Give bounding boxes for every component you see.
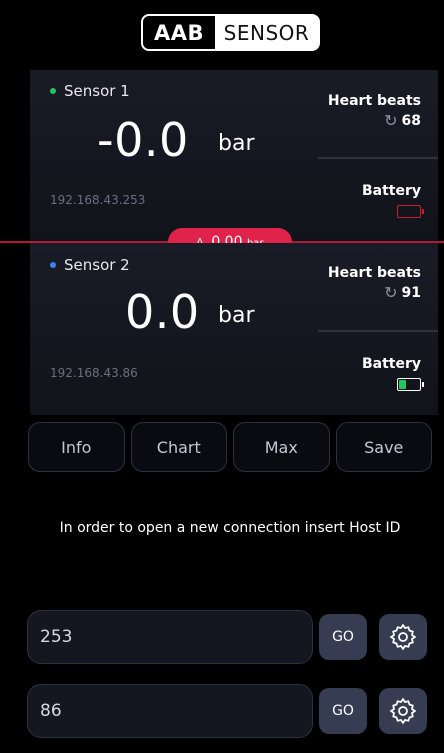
logo-product-text: SENSOR <box>215 16 318 49</box>
battery-icon <box>397 205 424 218</box>
info-button[interactable]: Info <box>28 422 125 472</box>
logo-brand-text: AAB <box>143 16 215 49</box>
sensor-1-value: -0.0 <box>97 113 189 167</box>
sensor-2-name: Sensor 2 <box>50 256 130 274</box>
host-id-input-1[interactable] <box>27 610 313 664</box>
sensor-2-value: 0.0 <box>125 285 200 339</box>
battery-label: Battery <box>361 356 421 372</box>
host-row-1: GO <box>27 610 431 664</box>
sensor-1-unit: bar <box>218 131 255 156</box>
separator <box>318 330 438 332</box>
heartbeats-label: Heart beats <box>327 265 421 281</box>
gear-icon[interactable] <box>379 614 427 660</box>
sensor-1-battery: Battery <box>318 183 438 222</box>
save-button[interactable]: Save <box>335 422 432 472</box>
refresh-icon: ↻ <box>384 111 398 130</box>
heartbeats-count: 68 <box>401 112 421 129</box>
heartbeats-count: 91 <box>401 284 421 301</box>
sensor-2-heartbeats: Heart beats ↻ 91 <box>318 265 438 302</box>
sensor-2-unit: bar <box>218 303 255 328</box>
host-id-input-2[interactable] <box>27 684 313 738</box>
battery-icon <box>397 378 424 391</box>
gear-icon[interactable] <box>379 688 427 734</box>
app-logo: AAB SENSOR <box>141 14 320 51</box>
connection-message: In order to open a new connection insert… <box>59 520 401 536</box>
sensor-1-ip: 192.168.43.253 <box>50 193 146 207</box>
heartbeats-label: Heart beats <box>327 93 421 109</box>
battery-label: Battery <box>361 183 421 199</box>
host-row-2: GO <box>27 684 431 738</box>
sensor-1-heartbeats: Heart beats ↻ 68 <box>318 93 438 130</box>
go-button-1[interactable]: GO <box>319 614 367 660</box>
sensor-2-battery: Battery <box>318 356 438 395</box>
go-button-2[interactable]: GO <box>319 688 367 734</box>
refresh-icon: ↻ <box>384 283 398 302</box>
status-dot-icon <box>50 262 56 268</box>
action-tabs: Info Chart Max Save <box>28 422 432 472</box>
sensor-2-ip: 192.168.43.86 <box>50 366 138 380</box>
separator <box>318 157 438 159</box>
status-dot-icon <box>50 88 56 94</box>
sensor-1-name: Sensor 1 <box>50 82 130 100</box>
max-button[interactable]: Max <box>233 422 330 472</box>
chart-button[interactable]: Chart <box>130 422 227 472</box>
